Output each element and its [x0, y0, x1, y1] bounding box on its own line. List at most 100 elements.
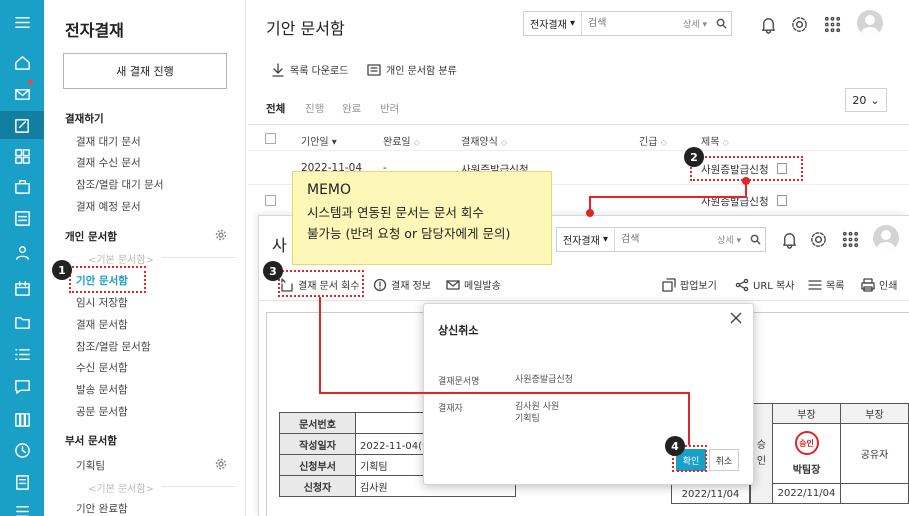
sort-icon: ◇ — [501, 138, 508, 147]
popup-icon — [662, 277, 676, 292]
apps-grid-icon[interactable] — [839, 228, 861, 250]
download-icon — [272, 62, 284, 77]
new-approval-button[interactable]: 새 결재 진행 — [63, 53, 227, 89]
classify-button[interactable]: 개인 문서함 분류 — [367, 62, 457, 77]
approval-icon[interactable] — [0, 111, 44, 139]
send-mail-button[interactable]: 메일발송 — [446, 277, 501, 292]
office-icon[interactable] — [0, 405, 44, 433]
sign-cell: 승인박팀장 — [772, 423, 841, 484]
signer-name: 박팀장 — [792, 465, 821, 476]
print-label: 인쇄 — [879, 281, 898, 292]
column-done-date[interactable]: 완료일 ◇ — [383, 133, 420, 148]
approval-stamp: 승인 — [794, 431, 819, 455]
app-rail — [0, 0, 44, 516]
download-list-button[interactable]: 목록 다운로드 — [271, 62, 348, 77]
connector-line — [319, 297, 321, 393]
menu-item-completed[interactable]: 기안 완료함 — [76, 501, 128, 516]
divider — [161, 486, 236, 487]
search-detail-label: 상세 — [683, 20, 700, 30]
report-icon[interactable] — [0, 497, 44, 516]
menu-item-received[interactable]: 결재 수신 문서 — [76, 155, 141, 170]
approval-info-button[interactable]: 결재 정보 — [373, 277, 431, 292]
column-urgent[interactable]: 긴급 ◇ — [639, 133, 667, 148]
row-checkbox[interactable] — [265, 195, 276, 206]
menu-item-reference-pending[interactable]: 참조/열람 대기 문서 — [76, 177, 164, 192]
bell-icon[interactable] — [778, 228, 800, 250]
tab-rejected[interactable]: 반려 — [380, 101, 399, 116]
apps-grid-icon[interactable] — [821, 13, 843, 35]
gear-icon[interactable] — [215, 458, 227, 470]
page-size-select[interactable]: 20 ⌄ — [845, 88, 887, 112]
step-badge-3: 3 — [263, 261, 283, 281]
popup-view-button[interactable]: 팝업보기 — [662, 277, 717, 292]
close-icon[interactable] — [729, 311, 745, 327]
memo-note: MEMO 시스템과 연동된 문서는 문서 회수 불가능 (반려 요청 or 담당… — [292, 171, 552, 265]
menu-sub-default: <기본 문서함> — [88, 255, 154, 266]
board-icon[interactable] — [0, 142, 44, 170]
cosigner-cell: 공유자 — [840, 423, 909, 484]
tab-progress[interactable]: 진행 — [305, 101, 324, 116]
menu-item-approval-box[interactable]: 결재 문서함 — [76, 317, 128, 332]
menu-icon[interactable] — [0, 8, 44, 36]
chat-icon[interactable] — [0, 372, 44, 400]
clock-icon[interactable] — [0, 436, 44, 464]
search-icon[interactable] — [745, 234, 765, 245]
home-icon[interactable] — [0, 48, 44, 76]
search-detail-toggle[interactable]: 상세 ▾ — [679, 17, 711, 30]
column-subject[interactable]: 제목 ◇ — [701, 133, 729, 148]
menu-item-pending[interactable]: 결재 대기 문서 — [76, 134, 141, 149]
tab-all[interactable]: 전체 — [266, 101, 285, 116]
menu-group-dept: 부서 문서함 — [65, 435, 117, 447]
gear-icon[interactable] — [807, 228, 829, 250]
print-button[interactable]: 인쇄 — [861, 277, 897, 292]
column-form[interactable]: 결재양식 ◇ — [461, 133, 507, 148]
folder-icon[interactable] — [0, 308, 44, 336]
list-icon[interactable] — [0, 340, 44, 368]
mail-icon[interactable] — [0, 80, 44, 108]
calendar-grid-icon[interactable] — [0, 204, 44, 232]
menu-item-official-box[interactable]: 공문 문서함 — [76, 404, 128, 419]
highlight-withdraw — [278, 270, 364, 297]
highlight-draft-box — [69, 266, 146, 293]
gear-icon[interactable] — [215, 229, 227, 241]
menu-group-personal: 개인 문서함 — [65, 231, 117, 243]
menu-item-temp-save[interactable]: 임시 저장함 — [76, 295, 128, 310]
column-draft-date[interactable]: 기안일 ▾ — [301, 133, 337, 148]
divider — [248, 150, 909, 151]
url-copy-button[interactable]: URL 복사 — [735, 277, 794, 292]
menu-item-receive-box[interactable]: 수신 문서함 — [76, 360, 128, 375]
select-all-checkbox[interactable] — [265, 133, 276, 144]
search-input[interactable] — [615, 228, 714, 251]
search-scope-select[interactable]: 전자결재 ▾ — [557, 228, 616, 251]
search-input[interactable] — [582, 12, 680, 35]
search-detail-toggle[interactable]: 상세 ▾ — [713, 233, 745, 246]
work-icon[interactable] — [0, 172, 44, 200]
doc-no-label: 문서번호 — [279, 412, 356, 434]
tab-done[interactable]: 완료 — [342, 101, 361, 116]
written-date-label: 작성일자 — [279, 433, 356, 455]
search-scope-select[interactable]: 전자결재 ▾ — [524, 12, 583, 35]
dept-label: 신청부서 — [279, 454, 356, 476]
search-icon[interactable] — [711, 18, 731, 29]
sign-date-left: 2022/11/04 — [671, 484, 750, 504]
url-copy-label: URL 복사 — [753, 281, 795, 292]
cancel-button[interactable]: 취소 — [709, 449, 739, 471]
dialog-approver-label: 결재자 — [438, 404, 463, 414]
menu-item-reference-box[interactable]: 참조/열람 문서함 — [76, 339, 151, 354]
bell-icon[interactable] — [757, 13, 779, 35]
gear-icon[interactable] — [788, 13, 810, 35]
list-button[interactable]: 목록 — [808, 277, 844, 292]
avatar[interactable] — [857, 10, 883, 36]
menu-item-scheduled[interactable]: 결재 예정 문서 — [76, 199, 141, 214]
connector-dot — [742, 177, 750, 185]
survey-icon[interactable] — [0, 468, 44, 496]
document-icon[interactable] — [776, 195, 787, 206]
menu-item-send-box[interactable]: 발송 문서함 — [76, 382, 128, 397]
schedule-icon[interactable] — [0, 274, 44, 302]
sign-date: 2022/11/04 — [772, 483, 841, 504]
contacts-icon[interactable] — [0, 238, 44, 266]
approval-info-label: 결재 정보 — [391, 281, 431, 292]
connector-dot — [586, 209, 594, 217]
menu-item-team[interactable]: 기획팀 — [76, 458, 105, 473]
avatar[interactable] — [873, 225, 899, 251]
